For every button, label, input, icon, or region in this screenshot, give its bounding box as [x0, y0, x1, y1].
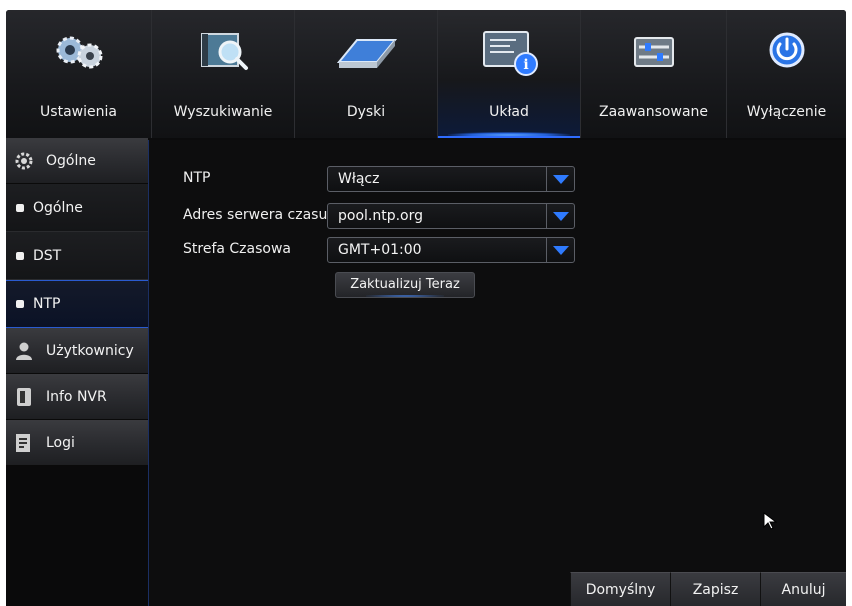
sliders-icon [633, 37, 674, 67]
chevron-down-icon[interactable] [546, 167, 574, 191]
tab-label: Układ [489, 104, 529, 120]
top-navigation: Ustawienia Wyszukiwanie Dyski i Układ Za… [6, 10, 846, 138]
timezone-label: Strefa Czasowa [183, 241, 291, 257]
info-device-icon [17, 387, 31, 406]
sidebar-group-info-nvr[interactable]: Info NVR [6, 374, 148, 420]
sidebar-group-label: Info NVR [46, 388, 107, 405]
cancel-button[interactable]: Anuluj [760, 572, 846, 606]
server-select[interactable]: pool.ntp.org [327, 203, 575, 229]
save-button-label: Zapisz [692, 582, 739, 598]
sidebar-item-label: NTP [33, 296, 61, 312]
timezone-select[interactable]: GMT+01:00 [327, 237, 575, 263]
sidebar-item-dst[interactable]: DST [6, 232, 148, 280]
log-icon [16, 433, 30, 452]
hard-disk-icon [336, 39, 398, 68]
cancel-button-label: Anuluj [781, 582, 826, 598]
power-icon [769, 32, 804, 68]
sidebar-group-label: Użytkownicy [46, 342, 134, 359]
server-value: pool.ntp.org [338, 208, 424, 224]
tab-label: Dyski [346, 104, 386, 120]
tab-wyszukiwanie[interactable]: Wyszukiwanie [152, 10, 295, 138]
bullet-icon [16, 300, 24, 308]
server-row: Adres serwera czasu pool.ntp.org [149, 203, 846, 229]
gear-icon [15, 152, 33, 169]
ntp-label: NTP [183, 170, 211, 186]
gears-icon [56, 36, 102, 69]
sidebar-group-label: Ogólne [46, 152, 96, 169]
ntp-value: Włącz [338, 171, 380, 187]
sidebar-group-label: Logi [46, 434, 75, 451]
tab-label: Zaawansowane [598, 104, 709, 120]
sidebar-group-ogolne[interactable]: Ogólne [6, 138, 148, 184]
update-now-label: Zaktualizuj Teraz [350, 277, 460, 292]
sidebar-item-ntp[interactable]: NTP [6, 280, 148, 328]
sidebar-item-ogolne[interactable]: Ogólne [6, 184, 148, 232]
sidebar-group-uzytkownicy[interactable]: Użytkownicy [6, 328, 148, 374]
bullet-icon [16, 251, 24, 260]
timezone-row: Strefa Czasowa GMT+01:00 [149, 237, 846, 263]
update-now-button[interactable]: Zaktualizuj Teraz [335, 272, 475, 298]
system-info-icon: i [483, 31, 538, 76]
tab-label: Wyłączenie [746, 104, 827, 120]
chevron-down-icon[interactable] [546, 238, 574, 262]
button-glow [366, 295, 444, 297]
mouse-cursor-icon [763, 512, 777, 530]
svg-text:i: i [523, 57, 528, 73]
sidebar-group-logi[interactable]: Logi [6, 420, 148, 466]
ntp-settings-panel: NTP Włącz Adres serwera czasu pool.ntp.o… [148, 140, 846, 606]
save-button[interactable]: Zapisz [670, 572, 760, 606]
chevron-down-icon[interactable] [546, 204, 574, 228]
sidebar: Ogólne Ogólne DST NTP Użytkownicy Info N… [6, 138, 148, 606]
default-button[interactable]: Domyślny [570, 572, 670, 606]
ntp-select[interactable]: Włącz [327, 166, 575, 192]
tab-label: Wyszukiwanie [173, 104, 273, 120]
ntp-row: NTP Włącz [149, 166, 846, 192]
server-label: Adres serwera czasu [183, 207, 328, 223]
tab-zaawansowane[interactable]: Zaawansowane [581, 10, 727, 138]
sidebar-item-label: Ogólne [33, 199, 83, 216]
tab-dyski[interactable]: Dyski [295, 10, 438, 138]
tab-label: Ustawienia [40, 104, 117, 120]
nvr-settings-screen: Ustawienia Wyszukiwanie Dyski i Układ Za… [6, 10, 846, 606]
tab-uklad[interactable]: i Układ [438, 10, 581, 138]
tab-ustawienia[interactable]: Ustawienia [6, 10, 152, 138]
timezone-value: GMT+01:00 [338, 242, 422, 258]
search-video-icon [201, 33, 248, 70]
default-button-label: Domyślny [585, 582, 656, 598]
sidebar-item-label: DST [33, 247, 62, 264]
bullet-icon [16, 203, 24, 212]
tab-wylaczenie[interactable]: Wyłączenie [727, 10, 846, 138]
active-tab-underline [438, 136, 580, 138]
user-icon [16, 342, 32, 360]
